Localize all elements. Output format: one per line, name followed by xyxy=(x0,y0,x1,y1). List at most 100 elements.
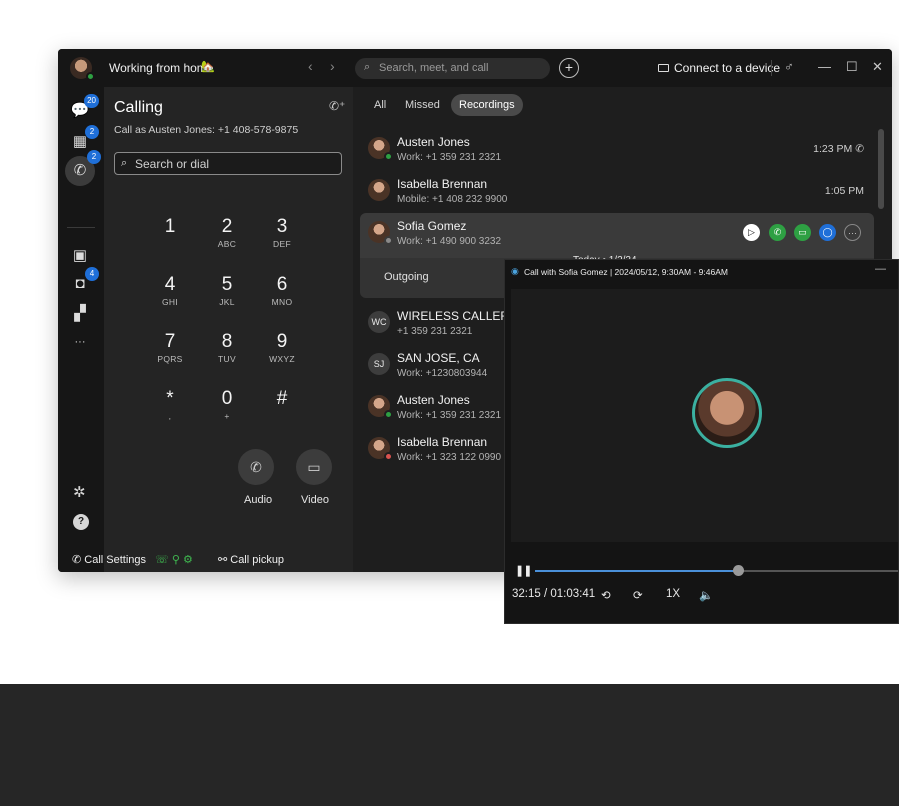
tab-recordings[interactable]: Recordings xyxy=(451,94,523,116)
call-direction: Outgoing xyxy=(384,271,429,283)
audio-label: Audio xyxy=(244,494,273,506)
volume-icon[interactable]: 🔈 xyxy=(699,588,713,602)
home-status-icon: 🏡 xyxy=(201,61,215,73)
message-button[interactable]: ◯ xyxy=(819,224,836,241)
history-row[interactable]: Austen Jones Work: +1 359 231 2321 1:23 … xyxy=(360,129,874,171)
search-icon: ⌕ xyxy=(121,157,128,169)
minimize-icon[interactable]: — xyxy=(875,263,886,275)
contact-name: SAN JOSE, CA xyxy=(397,351,480,365)
dialpad-key-hash[interactable]: # xyxy=(262,389,302,411)
dialpad-key-5[interactable]: 5 JKL xyxy=(207,275,247,308)
voicemail-icon[interactable]: ◘ 4 xyxy=(69,267,99,295)
player-title: Call with Sofia Gomez | 2024/05/12, 9:30… xyxy=(524,267,728,277)
call-as-text: Call as Austen Jones: +1 408-578-9875 xyxy=(114,124,299,136)
speed-button[interactable]: 1X xyxy=(666,588,680,600)
dialpad-key-9[interactable]: 9 WXYZ xyxy=(262,332,302,365)
dialpad-key-3[interactable]: 3 DEF xyxy=(262,217,302,250)
progress-remaining xyxy=(738,570,898,572)
pause-icon[interactable]: ❚❚ xyxy=(515,564,532,577)
dial-input[interactable]: ⌕ Search or dial xyxy=(114,152,342,175)
calling-icon[interactable]: ✆ 2 xyxy=(65,150,101,186)
help-icon[interactable]: ? xyxy=(73,514,89,530)
contact-number: Work: +1 359 231 2321 xyxy=(397,152,502,163)
rewind-icon[interactable]: ⟲ xyxy=(601,588,611,602)
maximize-icon[interactable]: ☐ xyxy=(846,59,858,75)
history-row-selected[interactable]: Sofia Gomez Work: +1 490 900 3232 ▷ ✆ ▭ … xyxy=(360,213,874,259)
nav-rail: 💬 20 ▦ 2 ✆ 2 ▣ ◘ 4 ▞ ··· ✲ ? xyxy=(58,87,104,572)
dialpad-key-6[interactable]: 6 MNO xyxy=(262,275,302,308)
outgoing-call-icon: ✆ xyxy=(855,143,864,155)
dialpad-key-1[interactable]: 1 xyxy=(150,217,190,239)
messaging-icon[interactable]: 💬 20 xyxy=(69,94,99,122)
dialpad-key-0[interactable]: 0 + xyxy=(207,389,247,422)
contact-number: Work: +1 359 231 2321 xyxy=(397,410,502,421)
dialpad-key-2[interactable]: 2 ABC xyxy=(207,217,247,250)
connect-device-button[interactable]: Connect to a device xyxy=(658,61,780,75)
progress-played xyxy=(535,570,738,572)
presence-dot xyxy=(384,152,393,161)
contact-name: Isabella Brennan xyxy=(397,435,488,449)
divider xyxy=(771,60,772,76)
call-feature-icons: ☏ ⚲ ⚙ xyxy=(155,554,193,566)
tab-missed[interactable]: Missed xyxy=(405,99,440,111)
forward-icon[interactable]: ⟳ xyxy=(633,588,643,602)
connect-label: Connect to a device xyxy=(674,61,781,75)
tab-all[interactable]: All xyxy=(374,99,386,111)
status-text[interactable]: Working from home xyxy=(109,61,213,75)
history-row[interactable]: Isabella Brennan Mobile: +1 408 232 9900… xyxy=(360,171,874,213)
dialpad-key-4[interactable]: 4 GHI xyxy=(150,275,190,308)
dialpad-key-7[interactable]: 7 PQRS xyxy=(150,332,190,365)
video-icon: ▭ xyxy=(307,459,321,475)
presence-dot xyxy=(86,72,95,81)
call-history-icon[interactable]: ✆⁺ xyxy=(329,99,345,113)
meetings-icon[interactable]: ▦ 2 xyxy=(69,125,99,153)
contact-avatar xyxy=(368,137,393,161)
sensor-icon[interactable]: ♂ xyxy=(784,59,794,74)
settings-icon[interactable]: ✲ xyxy=(73,483,86,501)
contact-avatar xyxy=(368,179,390,201)
title-bar: Working from home 🏡 ‹ › ⌕ Search, meet, … xyxy=(58,49,892,87)
forward-icon[interactable]: › xyxy=(330,58,335,74)
more-icon[interactable]: ··· xyxy=(69,331,91,353)
time-readout: 32:15 / 01:03:41 xyxy=(512,588,596,600)
contact-avatar xyxy=(368,221,393,245)
contact-number: Mobile: +1 408 232 9900 xyxy=(397,194,508,205)
call-pickup-link[interactable]: ⚯ Call pickup xyxy=(218,554,284,566)
contact-name: Isabella Brennan xyxy=(397,177,488,191)
user-avatar[interactable] xyxy=(70,57,95,81)
contact-number: Work: +1230803944 xyxy=(397,368,488,379)
contacts-icon[interactable]: ▣ xyxy=(69,245,91,267)
rail-divider xyxy=(67,227,95,228)
dialpad-key-star[interactable]: *, xyxy=(150,389,190,422)
contact-avatar: SJ xyxy=(368,353,390,375)
contact-name: Austen Jones xyxy=(397,135,470,149)
call-time: 1:05 PM xyxy=(824,185,864,197)
presence-dot xyxy=(384,236,393,245)
unread-badge: 4 xyxy=(85,267,99,281)
contact-name: WIRELESS CALLER xyxy=(397,309,510,323)
video-label: Video xyxy=(301,494,329,506)
screen-icon xyxy=(658,64,669,72)
more-options-button[interactable]: ··· xyxy=(844,224,861,241)
call-settings-link[interactable]: ✆ Call Settings xyxy=(72,554,146,566)
video-call-button[interactable]: ▭ xyxy=(794,224,811,241)
audio-call-button[interactable]: ✆ xyxy=(769,224,786,241)
unread-badge: 20 xyxy=(84,94,99,108)
scrollbar[interactable] xyxy=(878,129,884,209)
audio-call-button[interactable]: ✆ xyxy=(238,449,274,485)
apps-icon[interactable]: ▞ xyxy=(69,303,91,325)
video-call-button[interactable]: ▭ xyxy=(296,449,332,485)
play-recording-button[interactable]: ▷ xyxy=(743,224,760,241)
back-icon[interactable]: ‹ xyxy=(308,58,313,74)
contact-number: Work: +1 323 122 0990 xyxy=(397,452,502,463)
contact-name: Austen Jones xyxy=(397,393,470,407)
new-action-button[interactable]: + xyxy=(559,58,579,78)
contact-name: Sofia Gomez xyxy=(397,219,467,233)
close-icon[interactable]: ✕ xyxy=(872,59,883,75)
panel-title: Calling xyxy=(114,99,163,116)
seek-handle[interactable] xyxy=(733,565,744,576)
search-bar[interactable]: ⌕ Search, meet, and call xyxy=(355,58,550,79)
recording-stage xyxy=(511,289,898,542)
dialpad-key-8[interactable]: 8 TUV xyxy=(207,332,247,365)
minimize-icon[interactable]: — xyxy=(818,59,831,74)
